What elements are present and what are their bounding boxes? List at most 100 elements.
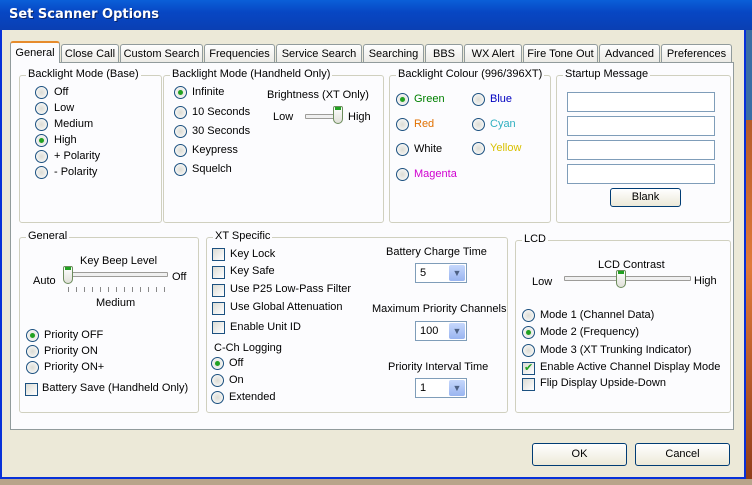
brightness-high-label: High (348, 111, 371, 123)
tab-preferences[interactable]: Preferences (661, 44, 732, 62)
key-beep-slider-thumb[interactable] (63, 266, 73, 284)
key-beep-auto-label: Auto (33, 275, 56, 287)
radio-lcd-mode-2[interactable] (522, 326, 535, 339)
radio-label: High (54, 134, 77, 146)
ok-button[interactable]: OK (532, 443, 627, 466)
tab-fire-tone-out[interactable]: Fire Tone Out (523, 44, 598, 62)
battery-charge-select[interactable]: 5 ▼ (415, 263, 467, 283)
max-priority-select[interactable]: 100 ▼ (415, 321, 467, 341)
radio-base-high[interactable] (35, 134, 48, 147)
radio-label: 30 Seconds (192, 125, 251, 137)
checkbox-label: Key Safe (230, 265, 275, 277)
group-title: Startup Message (563, 68, 651, 80)
brightness-low-label: Low (273, 111, 294, 123)
tab-general[interactable]: General (10, 41, 60, 63)
brightness-slider-thumb[interactable] (333, 106, 343, 124)
radio-base-plus-polarity[interactable] (35, 150, 48, 163)
radio-colour-red[interactable] (396, 118, 409, 131)
radio-label: Red (414, 118, 435, 130)
priority-interval-select[interactable]: 1 ▼ (415, 378, 467, 398)
active-channel-display-checkbox[interactable] (522, 361, 535, 375)
radio-lcd-mode-1[interactable] (522, 309, 535, 322)
tab-custom-search[interactable]: Custom Search (120, 44, 203, 62)
tab-wx-alert[interactable]: WX Alert (464, 44, 522, 62)
tab-bbs[interactable]: BBS (425, 44, 463, 62)
global-attenuation-checkbox[interactable] (212, 302, 225, 315)
group-title: Backlight Mode (Handheld Only) (170, 68, 333, 80)
select-value: 1 (420, 382, 427, 394)
key-beep-medium-label: Medium (96, 297, 136, 309)
radio-cch-extended[interactable] (211, 391, 224, 404)
radio-cch-off[interactable] (211, 357, 224, 370)
radio-label: 10 Seconds (192, 106, 251, 118)
tab-close-call[interactable]: Close Call (61, 44, 119, 62)
cancel-button[interactable]: Cancel (635, 443, 730, 466)
startup-message-line-4[interactable] (567, 164, 715, 184)
radio-label: Priority ON (44, 345, 98, 357)
radio-colour-yellow[interactable] (472, 142, 485, 155)
blank-button[interactable]: Blank (610, 188, 681, 207)
radio-label: Mode 3 (XT Trunking Indicator) (540, 344, 692, 356)
radio-handheld-30-seconds[interactable] (174, 125, 187, 138)
radio-colour-white[interactable] (396, 143, 409, 156)
checkbox-label: Enable Active Channel Display Mode (540, 361, 721, 373)
radio-handheld-squelch[interactable] (174, 163, 187, 176)
radio-priority-on-plus[interactable] (26, 361, 39, 374)
chevron-down-icon[interactable]: ▼ (449, 380, 465, 396)
radio-label: Blue (490, 93, 513, 105)
lcd-contrast-slider-thumb[interactable] (615, 270, 626, 288)
checkbox-label: Key Lock (230, 248, 276, 260)
battery-save-checkbox[interactable] (25, 383, 38, 396)
lcd-contrast-label: LCD Contrast (598, 259, 665, 271)
chevron-down-icon[interactable]: ▼ (449, 265, 465, 281)
key-beep-off-label: Off (172, 271, 187, 283)
tab-advanced[interactable]: Advanced (599, 44, 660, 62)
radio-label: Off (229, 357, 244, 369)
radio-lcd-mode-3[interactable] (522, 344, 535, 357)
group-title: LCD (522, 233, 549, 245)
unit-id-checkbox[interactable] (212, 321, 225, 334)
radio-colour-magenta[interactable] (396, 168, 409, 181)
window-title: Set Scanner Options (9, 7, 159, 22)
desktop-background (746, 120, 752, 485)
radio-colour-green[interactable] (396, 93, 409, 106)
group-title: Backlight Mode (Base) (26, 68, 141, 80)
radio-colour-blue[interactable] (472, 93, 485, 106)
radio-base-medium[interactable] (35, 118, 48, 131)
key-beep-label: Key Beep Level (80, 255, 158, 267)
tab-searching[interactable]: Searching (363, 44, 424, 62)
p25-filter-checkbox[interactable] (212, 284, 225, 297)
radio-base-minus-polarity[interactable] (35, 166, 48, 179)
startup-message-line-1[interactable] (567, 92, 715, 112)
tab-frequencies[interactable]: Frequencies (204, 44, 275, 62)
radio-label: - Polarity (54, 166, 98, 178)
radio-handheld-infinite[interactable] (174, 86, 187, 99)
title-bar[interactable]: Set Scanner Options (0, 0, 752, 30)
checkbox-label: Enable Unit ID (230, 321, 301, 333)
tab-service-search[interactable]: Service Search (276, 44, 362, 62)
radio-colour-cyan[interactable] (472, 118, 485, 131)
lcd-contrast-slider-track[interactable] (564, 276, 691, 281)
radio-base-low[interactable] (35, 102, 48, 115)
radio-base-off[interactable] (35, 86, 48, 99)
startup-message-line-2[interactable] (567, 116, 715, 136)
key-safe-checkbox[interactable] (212, 266, 225, 279)
checkbox-label: Battery Save (Handheld Only) (42, 382, 189, 394)
radio-cch-on[interactable] (211, 374, 224, 387)
brightness-label: Brightness (XT Only) (267, 89, 369, 101)
radio-priority-off[interactable] (26, 329, 39, 342)
key-beep-slider-track[interactable] (66, 272, 168, 277)
select-value: 5 (420, 267, 427, 279)
radio-handheld-10-seconds[interactable] (174, 106, 187, 119)
radio-priority-on[interactable] (26, 345, 39, 358)
startup-message-line-3[interactable] (567, 140, 715, 160)
chevron-down-icon[interactable]: ▼ (449, 323, 465, 339)
lcd-contrast-high-label: High (694, 275, 717, 287)
flip-display-checkbox[interactable] (522, 378, 535, 391)
radio-label: Mode 1 (Channel Data) (540, 309, 655, 321)
radio-label: Magenta (414, 168, 457, 180)
select-value: 100 (420, 325, 439, 337)
radio-handheld-keypress[interactable] (174, 144, 187, 157)
key-lock-checkbox[interactable] (212, 248, 225, 261)
checkbox-label: Flip Display Upside-Down (540, 377, 666, 389)
